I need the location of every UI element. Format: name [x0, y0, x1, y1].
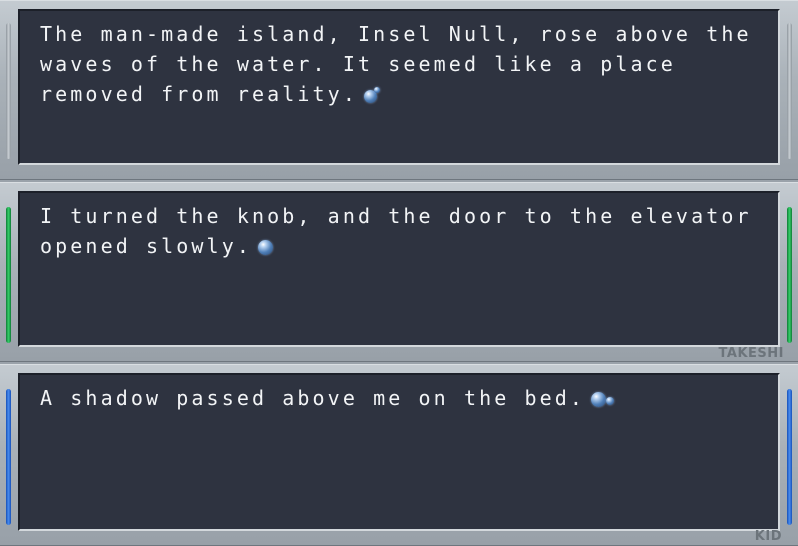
dialogue-text-line: I turned the knob, and the door to the e… [40, 201, 760, 261]
dialogue-panel-3: A shadow passed above me on the bed. KID [0, 364, 798, 546]
game-screen: The man-made island, Insel Null, rose ab… [0, 0, 798, 546]
dialogue-box[interactable]: I turned the knob, and the door to the e… [18, 191, 780, 347]
speaker-name: KID [754, 529, 782, 544]
dialogue-panel-1: The man-made island, Insel Null, rose ab… [0, 0, 798, 180]
speaker-name: TAKESHI [718, 346, 784, 361]
dialogue-box[interactable]: The man-made island, Insel Null, rose ab… [18, 9, 780, 165]
dialogue-text-line: The man-made island, Insel Null, rose ab… [40, 19, 760, 109]
accent-bar-left [6, 389, 11, 525]
accent-bar-right [787, 389, 792, 525]
orb-pair-icon [363, 87, 382, 103]
dialogue-box[interactable]: A shadow passed above me on the bed. [18, 373, 780, 531]
orb-trail-icon [591, 391, 617, 407]
orb-icon [257, 239, 274, 255]
accent-bar-right [787, 207, 792, 343]
dialogue-text: I turned the knob, and the door to the e… [40, 204, 767, 258]
dialogue-text-line: A shadow passed above me on the bed. [40, 383, 760, 413]
accent-bar-left [6, 23, 11, 159]
accent-bar-right [787, 23, 792, 159]
dialogue-text: The man-made island, Insel Null, rose ab… [40, 22, 767, 106]
accent-bar-left [6, 207, 11, 343]
dialogue-text: A shadow passed above me on the bed. [40, 386, 586, 410]
dialogue-panel-2: I turned the knob, and the door to the e… [0, 182, 798, 362]
